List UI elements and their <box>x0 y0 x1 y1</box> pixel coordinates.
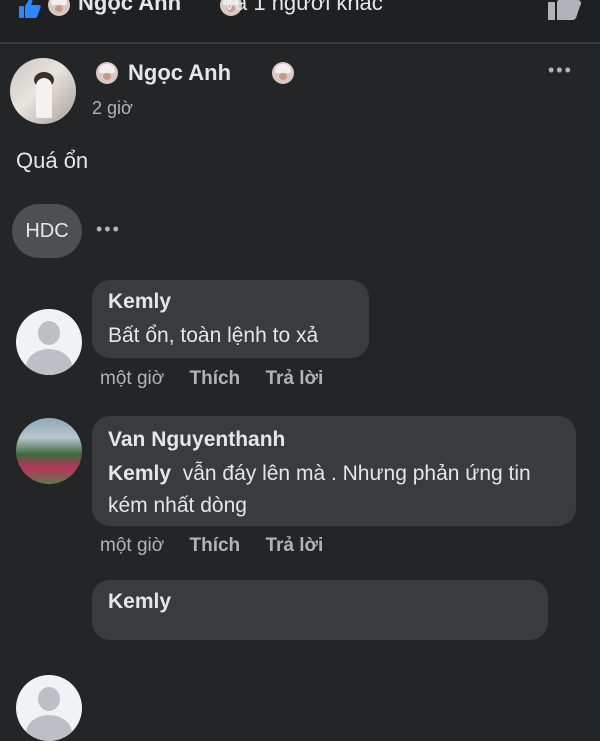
commenter-name[interactable]: Kemly <box>108 590 171 614</box>
hdc-label: HDC <box>25 219 69 242</box>
reaction-top-name[interactable]: Ngọc Anh <box>78 0 181 16</box>
post-author-name[interactable]: Ngọc Anh <box>128 60 231 86</box>
commenter-avatar[interactable] <box>16 309 82 375</box>
more-options-icon[interactable]: ••• <box>96 219 121 240</box>
bride-emoji-icon <box>96 62 118 84</box>
like-button[interactable]: Thích <box>189 535 240 556</box>
comment-text: Kemly vẫn đáy lên mà . Nhưng phản ứng ti… <box>108 458 568 522</box>
reaction-others-count[interactable]: và 1 người khác <box>224 0 383 16</box>
like-icon <box>19 0 41 18</box>
comment-time: một giờ <box>100 535 165 556</box>
comment-actions: một giờ Thích Trả lời <box>100 535 343 557</box>
mention-tag[interactable]: Kemly <box>108 462 171 485</box>
reactions-bar[interactable]: Ngọc Anh và 1 người khác <box>0 0 600 44</box>
comment-time: một giờ <box>100 368 165 389</box>
thumbs-up-icon[interactable] <box>548 0 582 20</box>
comment-bubble[interactable]: Kemly <box>92 580 548 640</box>
comment-actions: một giờ Thích Trả lời <box>100 368 343 390</box>
more-options-icon[interactable]: ••• <box>548 60 573 81</box>
commenter-name[interactable]: Van Nguyenthanh <box>108 428 285 452</box>
hdc-chip[interactable]: HDC <box>12 204 82 258</box>
reply-button[interactable]: Trả lời <box>265 535 323 556</box>
commenter-name[interactable]: Kemly <box>108 290 171 314</box>
comment-bubble[interactable]: Kemly Bất ổn, toàn lệnh to xả <box>92 280 369 358</box>
post-timestamp[interactable]: 2 giờ <box>92 98 133 119</box>
post-text: Quá ổn <box>16 148 89 173</box>
reply-button[interactable]: Trả lời <box>265 368 323 389</box>
comment-body: vẫn đáy lên mà . Nhưng phản ứng tin kém … <box>108 462 531 517</box>
commenter-avatar[interactable] <box>16 418 82 484</box>
comment-bubble[interactable]: Van Nguyenthanh Kemly vẫn đáy lên mà . N… <box>92 416 576 526</box>
comment-text: Bất ổn, toàn lệnh to xả <box>108 324 319 347</box>
commenter-avatar[interactable] <box>16 675 82 741</box>
author-avatar[interactable] <box>10 58 76 124</box>
bride-emoji-icon <box>48 0 70 16</box>
bride-emoji-icon <box>272 62 295 84</box>
like-button[interactable]: Thích <box>189 368 240 389</box>
